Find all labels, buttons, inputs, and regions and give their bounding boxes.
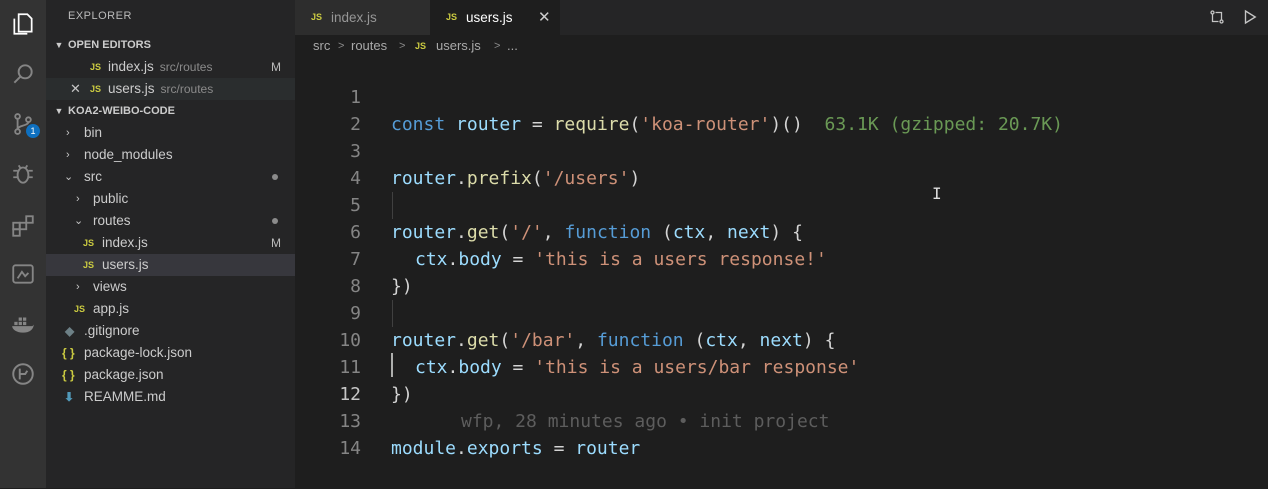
code-line: 6 ctx.body = 'this is a users response!' xyxy=(295,192,1268,270)
code-line: 4 xyxy=(295,138,1268,189)
tab-index-js[interactable]: JS index.js xyxy=(295,0,430,35)
search-icon[interactable] xyxy=(0,54,46,94)
chevron-right-icon: > xyxy=(399,40,406,52)
extensions-icon[interactable] xyxy=(0,206,46,246)
open-editor-item[interactable]: ✕ JS users.js src/routes xyxy=(46,78,295,100)
tree-item-node-modules[interactable]: › node_modules xyxy=(46,144,295,166)
explorer-icon[interactable] xyxy=(0,4,46,44)
activity-bar: 1 xyxy=(0,0,46,488)
run-icon[interactable] xyxy=(1241,8,1259,26)
code-line: 7 }) xyxy=(295,219,1268,297)
open-editor-path: src/routes xyxy=(159,60,213,74)
js-file-icon: JS xyxy=(311,12,323,22)
json-file-icon: { } xyxy=(62,346,75,360)
json-file-icon: { } xyxy=(62,368,75,382)
text-cursor xyxy=(391,353,393,377)
tree-item-src[interactable]: ⌄ src xyxy=(46,166,295,188)
code-line: 8 xyxy=(295,246,1268,297)
code-line: 5 router.get('/', function (ctx, next) { xyxy=(295,165,1268,243)
open-editor-path: src/routes xyxy=(160,82,214,96)
js-file-icon: JS xyxy=(90,62,102,72)
modified-badge: M xyxy=(271,236,281,250)
source-control-icon[interactable]: 1 xyxy=(0,104,46,144)
tree-item-routes[interactable]: ⌄ routes xyxy=(46,210,295,232)
project-header[interactable]: ▼ KOA2-WEIBO-CODE xyxy=(46,100,295,122)
tab-users-js[interactable]: JS users.js ✕ xyxy=(430,0,560,35)
chevron-down-icon: ▼ xyxy=(54,40,64,50)
chevron-down-icon: ⌄ xyxy=(74,215,84,227)
tab-label: users.js xyxy=(466,10,513,25)
code-line-active: 12 wfp, 28 minutes ago • init project xyxy=(295,354,1268,432)
breadcrumb-item[interactable]: ... xyxy=(507,35,518,57)
chevron-down-icon: ⌄ xyxy=(64,171,74,183)
chevron-right-icon: › xyxy=(76,281,80,293)
breadcrumb-item[interactable]: src xyxy=(313,35,330,57)
remote-explorer-icon[interactable] xyxy=(0,254,46,294)
tree-item-bin[interactable]: › bin xyxy=(46,122,295,144)
close-icon[interactable]: ✕ xyxy=(70,78,81,100)
tree-item-app-js[interactable]: JS app.js xyxy=(46,298,295,320)
open-editor-name: index.js xyxy=(108,59,154,74)
compare-changes-icon[interactable] xyxy=(1208,8,1226,26)
chevron-down-icon: ▼ xyxy=(54,106,64,116)
chevron-right-icon: > xyxy=(494,40,501,52)
close-icon[interactable]: ✕ xyxy=(538,0,551,35)
tree-item-gitignore[interactable]: ◆ .gitignore xyxy=(46,320,295,342)
js-file-icon: JS xyxy=(83,238,95,248)
js-file-icon: JS xyxy=(446,12,458,22)
git-file-icon: ◆ xyxy=(65,324,75,338)
code-line: 3 router.prefix('/users') xyxy=(295,111,1268,189)
tab-label: index.js xyxy=(331,10,377,25)
chevron-right-icon: > xyxy=(338,40,345,52)
breadcrumb-item[interactable]: routes xyxy=(351,35,387,57)
code-line: 14 xyxy=(295,408,1268,459)
open-editor-name: users.js xyxy=(108,81,155,96)
editor-tabs: JS index.js JS users.js ✕ xyxy=(295,0,1268,35)
tree-item-package-json[interactable]: { } package.json xyxy=(46,364,295,386)
modified-dot xyxy=(272,218,278,224)
modified-badge: M xyxy=(271,60,281,74)
js-file-icon: JS xyxy=(415,41,427,51)
code-line: 11 }) xyxy=(295,327,1268,405)
debug-icon[interactable] xyxy=(0,154,46,194)
js-file-icon: JS xyxy=(74,304,86,314)
tree-item-users-js[interactable]: JS users.js xyxy=(46,254,295,276)
code-line: 2 xyxy=(295,84,1268,135)
code-editor[interactable]: 1 const router = require('koa-router')()… xyxy=(295,57,1268,488)
code-line: 1 const router = require('koa-router')()… xyxy=(295,57,1268,135)
source-control-badge: 1 xyxy=(26,124,40,138)
tree-item-readme-md[interactable]: ⬇ REAMME.md xyxy=(46,386,295,408)
tree-item-public[interactable]: › public xyxy=(46,188,295,210)
line-code: module.exports = router xyxy=(391,438,641,459)
open-editor-item[interactable]: JS index.js src/routes M xyxy=(46,56,295,78)
chevron-right-icon: › xyxy=(66,149,70,161)
explorer-sidebar: EXPLORER ▼ OPEN EDITORS JS index.js src/r… xyxy=(46,0,295,488)
js-file-icon: JS xyxy=(83,260,95,270)
breadcrumb: src > routes > JS users.js > ... xyxy=(295,35,1268,57)
sidebar-title: EXPLORER xyxy=(68,10,132,22)
code-line: 10 ctx.body = 'this is a users/bar respo… xyxy=(295,300,1268,378)
tree-item-index-js[interactable]: JS index.js M xyxy=(46,232,295,254)
tree-item-views[interactable]: › views xyxy=(46,276,295,298)
mouse-ibeam-icon: I xyxy=(932,184,942,203)
docker-icon[interactable] xyxy=(0,304,46,344)
js-file-icon: JS xyxy=(90,84,102,94)
chevron-right-icon: › xyxy=(66,127,70,139)
code-line: 13 module.exports = router xyxy=(295,381,1268,459)
line-number: 14 xyxy=(339,438,361,459)
tree-item-package-lock-json[interactable]: { } package-lock.json xyxy=(46,342,295,364)
code-line: 9 router.get('/bar', function (ctx, next… xyxy=(295,273,1268,351)
open-editors-header[interactable]: ▼ OPEN EDITORS xyxy=(46,34,295,56)
breadcrumb-item[interactable]: users.js xyxy=(436,35,481,57)
markdown-file-icon: ⬇ xyxy=(64,390,75,404)
gitlens-icon[interactable] xyxy=(0,354,46,394)
chevron-right-icon: › xyxy=(76,193,80,205)
modified-dot xyxy=(272,174,278,180)
